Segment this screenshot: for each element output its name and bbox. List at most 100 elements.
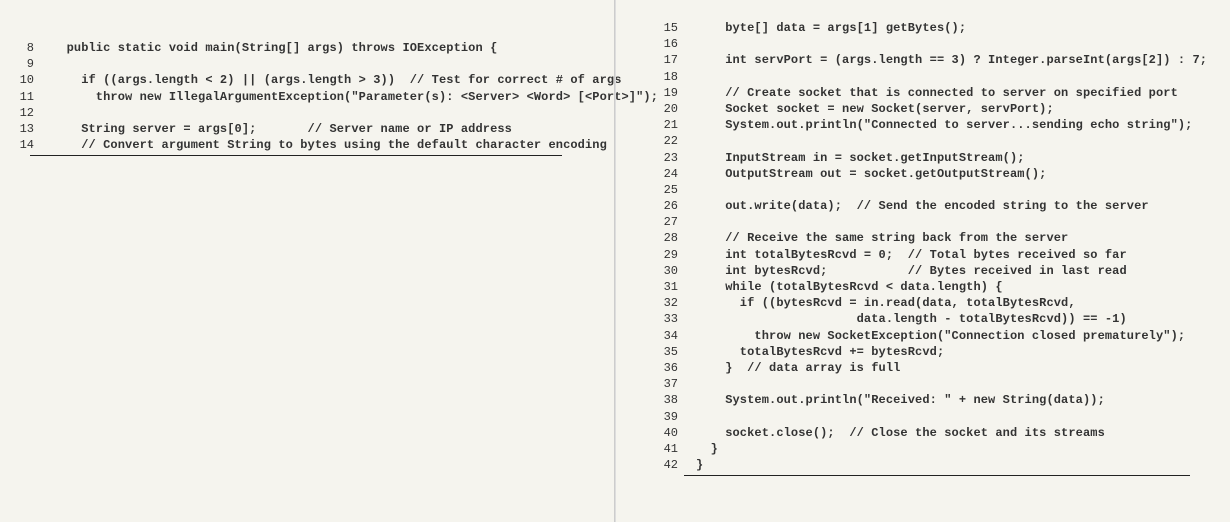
code-line: 22 <box>662 133 1212 149</box>
code-line: 14 // Convert argument String to bytes u… <box>18 137 596 153</box>
line-number: 40 <box>662 425 696 441</box>
code-text: InputStream in = socket.getInputStream()… <box>696 150 1025 166</box>
code-text: } <box>696 457 703 473</box>
line-number: 38 <box>662 392 696 408</box>
line-number: 31 <box>662 279 696 295</box>
code-text: // Receive the same string back from the… <box>696 230 1068 246</box>
code-text: byte[] data = args[1] getBytes(); <box>696 20 966 36</box>
code-line: 34 throw new SocketException("Connection… <box>662 328 1212 344</box>
code-text: totalBytesRcvd += bytesRcvd; <box>696 344 944 360</box>
code-text: System.out.println("Received: " + new St… <box>696 392 1105 408</box>
line-number: 42 <box>662 457 696 473</box>
code-text: int totalBytesRcvd = 0; // Total bytes r… <box>696 247 1127 263</box>
left-code-block: 8 public static void main(String[] args)… <box>18 20 596 153</box>
code-text: // Convert argument String to bytes usin… <box>52 137 607 153</box>
code-line: 11 throw new IllegalArgumentException("P… <box>18 89 596 105</box>
line-number: 26 <box>662 198 696 214</box>
right-code-block: 15 byte[] data = args[1] getBytes();1617… <box>662 20 1212 473</box>
code-line: 19 // Create socket that is connected to… <box>662 85 1212 101</box>
line-number: 39 <box>662 409 696 425</box>
left-page: 8 public static void main(String[] args)… <box>0 0 615 522</box>
code-text: if ((args.length < 2) || (args.length > … <box>52 72 622 88</box>
code-text: data.length - totalBytesRcvd)) == -1) <box>696 311 1127 327</box>
line-number: 12 <box>18 105 52 121</box>
code-text: System.out.println("Connected to server.… <box>696 117 1192 133</box>
code-line: 30 int bytesRcvd; // Bytes received in l… <box>662 263 1212 279</box>
code-text: } // data array is full <box>696 360 900 376</box>
right-underline <box>684 475 1190 476</box>
line-number: 18 <box>662 69 696 85</box>
code-line: 40 socket.close(); // Close the socket a… <box>662 425 1212 441</box>
line-number: 22 <box>662 133 696 149</box>
code-text: socket.close(); // Close the socket and … <box>696 425 1105 441</box>
code-line: 36 } // data array is full <box>662 360 1212 376</box>
line-number: 15 <box>662 20 696 36</box>
code-line: 42} <box>662 457 1212 473</box>
code-text: public static void main(String[] args) t… <box>52 40 497 56</box>
code-line: 13 String server = args[0]; // Server na… <box>18 121 596 137</box>
code-line: 29 int totalBytesRcvd = 0; // Total byte… <box>662 247 1212 263</box>
line-number: 17 <box>662 52 696 68</box>
line-number: 33 <box>662 311 696 327</box>
line-number: 10 <box>18 72 52 88</box>
code-text: OutputStream out = socket.getOutputStrea… <box>696 166 1046 182</box>
line-number: 9 <box>18 56 52 72</box>
code-line: 15 byte[] data = args[1] getBytes(); <box>662 20 1212 36</box>
line-number: 36 <box>662 360 696 376</box>
code-line: 23 InputStream in = socket.getInputStrea… <box>662 150 1212 166</box>
code-line: 27 <box>662 214 1212 230</box>
code-line: 10 if ((args.length < 2) || (args.length… <box>18 72 596 88</box>
code-line: 41 } <box>662 441 1212 457</box>
code-line: 12 <box>18 105 596 121</box>
line-number: 23 <box>662 150 696 166</box>
code-line: 9 <box>18 56 596 72</box>
code-line: 32 if ((bytesRcvd = in.read(data, totalB… <box>662 295 1212 311</box>
code-line: 16 <box>662 36 1212 52</box>
code-line: 31 while (totalBytesRcvd < data.length) … <box>662 279 1212 295</box>
line-number: 29 <box>662 247 696 263</box>
code-text: if ((bytesRcvd = in.read(data, totalByte… <box>696 295 1076 311</box>
line-number: 37 <box>662 376 696 392</box>
code-text: int servPort = (args.length == 3) ? Inte… <box>696 52 1207 68</box>
code-line: 33 data.length - totalBytesRcvd)) == -1) <box>662 311 1212 327</box>
line-number: 28 <box>662 230 696 246</box>
code-line: 26 out.write(data); // Send the encoded … <box>662 198 1212 214</box>
code-text: String server = args[0]; // Server name … <box>52 121 512 137</box>
line-number: 32 <box>662 295 696 311</box>
code-line: 35 totalBytesRcvd += bytesRcvd; <box>662 344 1212 360</box>
line-number: 25 <box>662 182 696 198</box>
line-number: 11 <box>18 89 52 105</box>
line-number: 35 <box>662 344 696 360</box>
line-number: 8 <box>18 40 52 56</box>
line-number: 34 <box>662 328 696 344</box>
code-line: 38 System.out.println("Received: " + new… <box>662 392 1212 408</box>
code-text: out.write(data); // Send the encoded str… <box>696 198 1149 214</box>
line-number: 41 <box>662 441 696 457</box>
code-line: 24 OutputStream out = socket.getOutputSt… <box>662 166 1212 182</box>
code-line: 37 <box>662 376 1212 392</box>
line-number: 13 <box>18 121 52 137</box>
line-number: 14 <box>18 137 52 153</box>
code-text: // Create socket that is connected to se… <box>696 85 1178 101</box>
right-page: 15 byte[] data = args[1] getBytes();1617… <box>615 0 1230 522</box>
line-number: 16 <box>662 36 696 52</box>
code-text: throw new IllegalArgumentException("Para… <box>52 89 658 105</box>
code-line: 20 Socket socket = new Socket(server, se… <box>662 101 1212 117</box>
code-text: throw new SocketException("Connection cl… <box>696 328 1185 344</box>
code-text: } <box>696 441 718 457</box>
line-number: 20 <box>662 101 696 117</box>
code-line: 17 int servPort = (args.length == 3) ? I… <box>662 52 1212 68</box>
code-line: 28 // Receive the same string back from … <box>662 230 1212 246</box>
line-number: 30 <box>662 263 696 279</box>
code-line: 25 <box>662 182 1212 198</box>
code-line: 21 System.out.println("Connected to serv… <box>662 117 1212 133</box>
code-line: 18 <box>662 69 1212 85</box>
code-line: 8 public static void main(String[] args)… <box>18 40 596 56</box>
line-number: 27 <box>662 214 696 230</box>
line-number: 19 <box>662 85 696 101</box>
code-text: Socket socket = new Socket(server, servP… <box>696 101 1054 117</box>
line-number: 24 <box>662 166 696 182</box>
left-underline <box>30 155 562 156</box>
line-number: 21 <box>662 117 696 133</box>
code-text: int bytesRcvd; // Bytes received in last… <box>696 263 1127 279</box>
